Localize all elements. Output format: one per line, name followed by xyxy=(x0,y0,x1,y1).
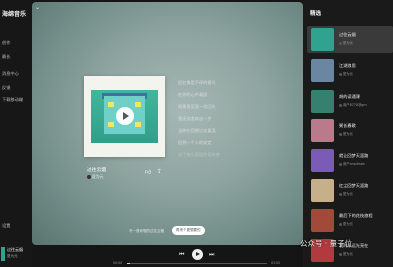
playback-bar: ⏮ ⏭ 00:00 03:02 xyxy=(32,245,303,267)
picks-title: 精选 xyxy=(310,11,322,17)
settings-link[interactable]: 设置 xyxy=(2,223,10,229)
pick-artist: 夏为元 xyxy=(339,71,353,76)
mini-song-title: 过往云烟 xyxy=(7,247,23,252)
pick-thumbnail xyxy=(311,119,334,142)
lyric-line: 当你在回想过去重温 xyxy=(178,128,216,133)
pick-item[interactable]: 江湖浪思 夏为元 xyxy=(307,57,393,84)
total-time: 03:02 xyxy=(271,261,281,265)
play-button[interactable] xyxy=(192,249,203,260)
cover-play-icon[interactable] xyxy=(116,107,134,125)
lyrics-panel: 回忆像是不停的雾光 在你的心中凝固 如果再见面一次回头 我无法舍弃这一步 当你在… xyxy=(178,80,288,164)
sidebar-item-latest[interactable]: 最长 xyxy=(2,54,10,60)
song-title: 过往云烟 xyxy=(87,168,107,173)
pick-artist: 夏为元 xyxy=(339,251,353,256)
thumbs-up-icon[interactable]: 👍︎ xyxy=(145,168,151,176)
pick-title: 红尘回梦天涯路 xyxy=(339,183,369,188)
pick-item[interactable]: 红尘回梦天涯路 夏为元 xyxy=(307,177,393,204)
lyric-line: 回到一个人的安定 xyxy=(178,140,212,145)
collapse-chevron-icon[interactable]: ⌄ xyxy=(35,4,40,11)
pick-item[interactable]: 胡的读通课 用户8770@gm xyxy=(307,88,393,115)
pick-title: 胡的读通课 xyxy=(339,94,360,99)
artist-avatar xyxy=(87,175,91,179)
pick-item[interactable]: 粥长春歌 夏为元 xyxy=(307,117,393,144)
mini-song-artist: 夏为元 xyxy=(7,254,18,258)
pick-item[interactable]: 就让回梦天涯路 用户hnsdmzb xyxy=(307,147,393,174)
album-cover-card xyxy=(84,76,165,157)
pick-thumbnail xyxy=(311,179,334,202)
sidebar-item-create[interactable]: 创作 xyxy=(2,40,10,46)
current-time: 00:00 xyxy=(113,261,123,265)
song-artist[interactable]: 夏为元 xyxy=(87,174,103,180)
pick-thumbnail xyxy=(311,90,334,113)
watermark: 公众号 · 量子位 xyxy=(300,239,353,248)
previous-track-icon[interactable]: ⏮ xyxy=(179,251,184,259)
pick-item[interactable]: 过往云烟 夏为元 xyxy=(307,26,393,53)
sidebar: 海绵音乐 创作 最长 消息中心 反馈 下载移动端 设置 过往云烟 夏为元 xyxy=(0,0,32,267)
next-track-icon[interactable]: ⏭ xyxy=(209,251,214,259)
pick-title: 粥长春歌 xyxy=(339,123,356,128)
lyric-line: 如果再见面一次回头 xyxy=(178,104,216,109)
pick-thumbnail xyxy=(311,149,334,172)
sidebar-item-feedback[interactable]: 反馈 xyxy=(2,85,10,91)
lyric-line: 说了快乐是因为爱结束 xyxy=(178,152,220,157)
pick-thumbnail xyxy=(311,28,334,51)
create-hint-text: 写一首你想的过往云烟 xyxy=(129,229,164,233)
song-artist-name: 夏为元 xyxy=(92,174,104,179)
pick-thumbnail xyxy=(311,59,334,82)
app-logo: 海绵音乐 xyxy=(2,11,27,18)
progress-fill xyxy=(127,262,130,264)
pick-title: 过往云烟 xyxy=(339,32,356,37)
pick-thumbnail xyxy=(311,209,334,232)
lyric-line: 我无法舍弃这一步 xyxy=(178,116,212,121)
sidebar-item-messages[interactable]: 消息中心 xyxy=(2,71,19,77)
pick-artist: 夏为元 xyxy=(339,221,353,226)
pick-title: 江湖浪思 xyxy=(339,63,356,68)
pick-title: 最后下的花枝旅程 xyxy=(339,213,373,218)
mini-player[interactable]: 过往云烟 夏为元 xyxy=(0,245,32,265)
mini-cover-image xyxy=(1,247,5,261)
pick-artist: 用户8770@gm xyxy=(339,102,367,107)
pick-artist: 夏为元 xyxy=(339,191,353,196)
create-similar-button[interactable]: 再来个更想要的 xyxy=(172,226,205,235)
share-icon[interactable]: ⇪ xyxy=(157,168,162,175)
app-window: 海绵音乐 创作 最长 消息中心 反馈 下载移动端 设置 过往云烟 夏为元 ⌄ 过… xyxy=(0,0,393,267)
progress-track[interactable] xyxy=(127,262,267,264)
pick-item[interactable]: 最后下的花枝旅程 夏为元 xyxy=(307,207,393,234)
lyric-line: 回忆像是不停的雾光 xyxy=(178,80,216,85)
sidebar-item-download[interactable]: 下载移动端 xyxy=(2,97,23,103)
pick-artist: 用户hnsdmzb xyxy=(339,161,365,166)
album-cover-image xyxy=(91,90,158,143)
lyric-line: 在你的心中凝固 xyxy=(178,92,208,97)
now-playing-panel: ⌄ 过往云烟 夏为元 👍︎ ⇪ 回忆像是不停的雾光 在你的心中凝固 如果再见面一… xyxy=(32,2,303,245)
pick-artist: 夏为元 xyxy=(339,40,353,45)
pick-title: 就让回梦天涯路 xyxy=(339,153,369,158)
picks-panel: 精选 过往云烟 夏为元 江湖浪思 夏为元 胡的读通课 用户8770@gm 粥长春… xyxy=(303,0,393,267)
pick-artist: 夏为元 xyxy=(339,131,353,136)
